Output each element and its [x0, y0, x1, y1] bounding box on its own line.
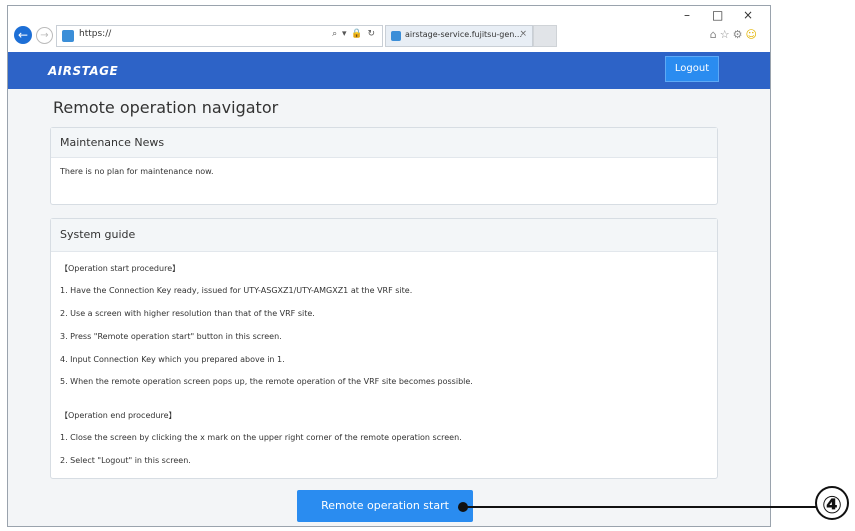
back-arrow-icon[interactable]: ← — [14, 26, 32, 44]
maintenance-news-title: Maintenance News — [51, 128, 717, 158]
app-header: AIRSTAGE Logout — [8, 52, 770, 89]
guide-line: 1. Close the screen by clicking the x ma… — [60, 433, 462, 442]
system-guide-panel: System guide 【Operation start procedure】… — [50, 218, 718, 479]
guide-line: 1. Have the Connection Key ready, issued… — [60, 286, 413, 295]
guide-line: 【Operation start procedure】 — [60, 264, 181, 273]
settings-icon[interactable]: ⚙ — [733, 28, 746, 41]
guide-line: 【Operation end procedure】 — [60, 411, 177, 420]
smiley-icon[interactable]: ☺ — [746, 28, 760, 41]
callout-dot — [458, 502, 468, 512]
address-tools[interactable]: ⌕ ▾ 🔒 ↻ — [332, 29, 376, 39]
system-guide-title: System guide — [51, 219, 717, 252]
airstage-logo: AIRSTAGE — [48, 64, 119, 78]
guide-line: 4. Input Connection Key which you prepar… — [60, 355, 285, 364]
guide-line: 3. Press "Remote operation start" button… — [60, 332, 282, 341]
browser-chrome: ← → https:// ⌕ ▾ 🔒 ↻ airstage-service.fu… — [8, 6, 770, 52]
browser-tab[interactable]: airstage-service.fujitsu-gen... × — [385, 25, 533, 47]
maximize-button[interactable]: □ — [712, 8, 723, 22]
maintenance-news-message: There is no plan for maintenance now. — [60, 167, 214, 176]
tab-favicon — [391, 31, 401, 41]
guide-line: 5. When the remote operation screen pops… — [60, 377, 473, 386]
browser-window: ← → https:// ⌕ ▾ 🔒 ↻ airstage-service.fu… — [7, 5, 771, 527]
address-bar[interactable]: https:// ⌕ ▾ 🔒 ↻ — [56, 25, 383, 47]
maintenance-news-panel: Maintenance News There is no plan for ma… — [50, 127, 718, 205]
forward-arrow-icon[interactable]: → — [36, 27, 53, 44]
tab-title[interactable]: airstage-service.fujitsu-gen... — [405, 30, 522, 39]
callout-line — [462, 506, 818, 508]
guide-line: 2. Select "Logout" in this screen. — [60, 456, 191, 465]
address-url[interactable]: https:// — [79, 29, 111, 39]
close-window-button[interactable]: × — [743, 8, 753, 22]
page-title: Remote operation navigator — [53, 98, 279, 117]
logout-button[interactable]: Logout — [665, 56, 719, 82]
minimize-button[interactable]: – — [684, 8, 690, 22]
callout-number: ④ — [815, 486, 849, 520]
new-tab-button[interactable] — [533, 25, 557, 47]
browser-toolbar-icons: ⌂☆⚙☺ — [710, 28, 760, 41]
site-icon — [62, 30, 74, 42]
remote-operation-start-button[interactable]: Remote operation start — [297, 490, 473, 522]
star-icon[interactable]: ☆ — [720, 28, 733, 41]
tab-close-icon[interactable]: × — [519, 29, 527, 39]
home-icon[interactable]: ⌂ — [710, 28, 720, 41]
guide-line: 2. Use a screen with higher resolution t… — [60, 309, 315, 318]
